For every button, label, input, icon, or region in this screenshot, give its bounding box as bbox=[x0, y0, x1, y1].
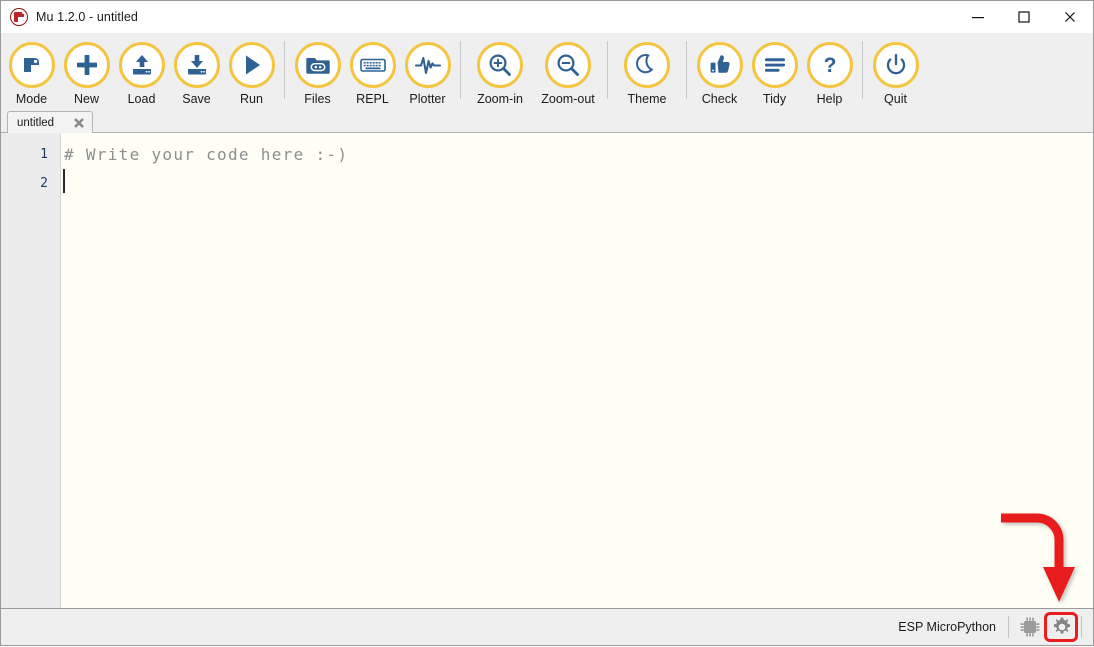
download-drive-icon bbox=[187, 55, 206, 75]
toolbar-label-quit: Quit bbox=[884, 92, 907, 106]
toolbar-button-zoom-in[interactable]: Zoom-in bbox=[466, 33, 534, 110]
minimize-icon bbox=[972, 16, 984, 18]
toolbar-label-save: Save bbox=[182, 92, 211, 106]
maximize-button[interactable] bbox=[1001, 2, 1047, 32]
close-x-icon bbox=[74, 117, 85, 128]
editor-tab-bar: untitled bbox=[1, 110, 1093, 133]
tab-label: untitled bbox=[17, 116, 55, 129]
tab-untitled[interactable]: untitled bbox=[7, 111, 94, 133]
toolbar-label-theme: Theme bbox=[627, 92, 667, 106]
toolbar-label-mode: Mode bbox=[15, 92, 48, 106]
toolbar-separator bbox=[284, 41, 285, 99]
toolbar-label-zoom-in: Zoom-in bbox=[477, 92, 523, 106]
moon-icon bbox=[636, 54, 654, 74]
close-button[interactable] bbox=[1047, 2, 1093, 32]
thumbs-up-icon bbox=[710, 55, 730, 73]
toolbar-separator bbox=[862, 41, 863, 99]
toolbar-label-tidy: Tidy bbox=[762, 92, 787, 106]
svg-text:?: ? bbox=[823, 54, 836, 77]
toolbar-button-load[interactable]: Load bbox=[114, 33, 169, 110]
settings-button[interactable] bbox=[1047, 613, 1077, 641]
toolbar-label-run: Run bbox=[240, 92, 263, 106]
toolbar-button-zoom-out[interactable]: Zoom-out bbox=[534, 33, 602, 110]
status-divider bbox=[1008, 616, 1009, 638]
mu-editor-window: Mu 1.2.0 - untitled Mode New Load Save R… bbox=[0, 0, 1094, 646]
toolbar-label-zoom-out: Zoom-out bbox=[541, 92, 595, 106]
close-icon bbox=[1065, 11, 1075, 22]
play-icon bbox=[245, 55, 260, 75]
upload-drive-icon bbox=[132, 55, 151, 75]
toolbar-label-help: Help bbox=[816, 92, 843, 106]
toolbar-button-plotter[interactable]: Plotter bbox=[400, 33, 455, 110]
code-line: # Write your code here :-) bbox=[64, 145, 349, 164]
magnifier-minus-icon bbox=[557, 54, 579, 76]
gear-icon bbox=[1053, 617, 1071, 634]
line-number: 1 bbox=[40, 147, 48, 162]
text-caret bbox=[63, 169, 65, 193]
toolbar-button-new[interactable]: New bbox=[59, 33, 114, 110]
main-toolbar: Mode New Load Save Run Files REPL Plotte… bbox=[1, 33, 1093, 110]
line-number: 2 bbox=[40, 176, 48, 191]
toolbar-label-check: Check bbox=[701, 92, 738, 106]
code-text-area[interactable]: # Write your code here :-) bbox=[61, 133, 1093, 608]
status-mode-label: ESP MicroPython bbox=[898, 620, 996, 634]
toolbar-label-files: Files bbox=[304, 92, 331, 106]
toolbar-label-plotter: Plotter bbox=[409, 92, 446, 106]
toolbar-button-tidy[interactable]: Tidy bbox=[747, 33, 802, 110]
question-mark-icon: ? bbox=[823, 54, 836, 77]
mu-mode-icon bbox=[23, 58, 39, 72]
toolbar-label-new: New bbox=[73, 92, 99, 106]
code-editor[interactable]: 1 2 # Write your code here :-) bbox=[1, 133, 1093, 609]
tab-close-button[interactable] bbox=[72, 116, 86, 130]
toolbar-label-load: Load bbox=[127, 92, 156, 106]
line-number-gutter: 1 2 bbox=[1, 133, 61, 608]
toolbar-button-theme[interactable]: Theme bbox=[613, 33, 681, 110]
toolbar-label-repl: REPL bbox=[356, 92, 389, 106]
minimize-button[interactable] bbox=[955, 2, 1001, 32]
power-icon bbox=[886, 53, 905, 75]
window-title: Mu 1.2.0 - untitled bbox=[36, 9, 138, 24]
keyboard-icon bbox=[359, 58, 386, 72]
toolbar-button-files[interactable]: Files bbox=[290, 33, 345, 110]
device-status-button[interactable] bbox=[1015, 613, 1045, 641]
toolbar-separator bbox=[607, 41, 608, 99]
folder-robot-icon bbox=[305, 58, 330, 74]
mu-logo-icon bbox=[10, 7, 28, 26]
toolbar-separator bbox=[686, 41, 687, 99]
toolbar-button-quit[interactable]: Quit bbox=[868, 33, 923, 110]
microchip-icon bbox=[1020, 617, 1040, 637]
plus-icon bbox=[76, 55, 97, 75]
toolbar-button-save[interactable]: Save bbox=[169, 33, 224, 110]
toolbar-button-check[interactable]: Check bbox=[692, 33, 747, 110]
waveform-icon bbox=[414, 56, 441, 75]
status-divider bbox=[1081, 616, 1082, 638]
toolbar-separator bbox=[460, 41, 461, 99]
toolbar-button-mode[interactable]: Mode bbox=[4, 33, 59, 110]
magnifier-plus-icon bbox=[489, 54, 511, 76]
status-bar: ESP MicroPython bbox=[1, 609, 1093, 645]
window-title-bar: Mu 1.2.0 - untitled bbox=[1, 1, 1093, 33]
maximize-icon bbox=[1018, 10, 1030, 23]
toolbar-button-help[interactable]: ? Help bbox=[802, 33, 857, 110]
toolbar-button-repl[interactable]: REPL bbox=[345, 33, 400, 110]
toolbar-button-run[interactable]: Run bbox=[224, 33, 279, 110]
lines-icon bbox=[764, 58, 785, 72]
